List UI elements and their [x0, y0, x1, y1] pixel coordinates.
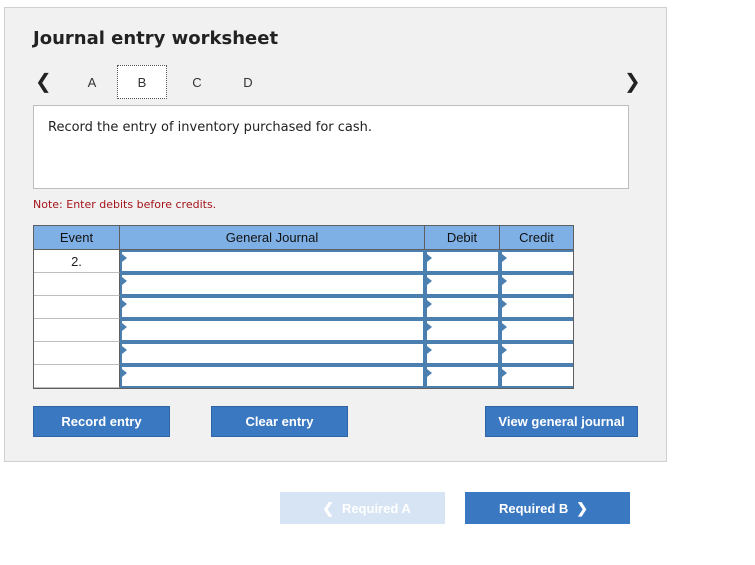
table-row: [34, 342, 573, 365]
account-input[interactable]: [120, 296, 425, 319]
chevron-left-icon: ❮: [322, 499, 334, 516]
account-input[interactable]: [120, 319, 425, 342]
required-b-label: Required B: [498, 500, 569, 516]
credit-input[interactable]: [500, 273, 573, 296]
event-cell: [34, 319, 120, 342]
tab-d[interactable]: D: [223, 65, 273, 99]
event-cell: [34, 296, 120, 319]
debit-input[interactable]: [425, 296, 500, 319]
note-text: Note: Enter debits before credits.: [33, 198, 217, 211]
chevron-right-icon: ❯: [576, 499, 589, 516]
prompt-box: Record the entry of inventory purchased …: [33, 105, 629, 189]
table-row: 2.: [34, 250, 573, 273]
debit-input[interactable]: [425, 365, 500, 388]
journal-worksheet-panel: Journal entry worksheet ❮ A B C D ❯ Reco…: [4, 7, 667, 462]
journal-table: Event General Journal Debit Credit 2.: [33, 225, 574, 389]
record-entry-button[interactable]: Record entry: [33, 406, 170, 437]
required-a-button: ❮ Required A: [280, 492, 445, 524]
credit-input[interactable]: [500, 250, 573, 273]
debit-input[interactable]: [425, 319, 500, 342]
tab-a[interactable]: A: [67, 65, 117, 99]
prompt-text: Record the entry of inventory purchased …: [48, 120, 373, 135]
credit-input[interactable]: [500, 296, 573, 319]
chevron-left-icon[interactable]: ❮: [35, 71, 52, 91]
credit-input[interactable]: [500, 319, 573, 342]
tab-c[interactable]: C: [172, 65, 222, 99]
account-input[interactable]: [120, 273, 425, 296]
account-input[interactable]: [120, 342, 425, 365]
event-cell: [34, 342, 120, 365]
header-general-journal: General Journal: [120, 226, 425, 249]
event-cell: 2.: [34, 250, 120, 273]
header-credit: Credit: [519, 230, 554, 245]
credit-input[interactable]: [500, 365, 573, 388]
debit-input[interactable]: [425, 250, 500, 273]
table-row: [34, 273, 573, 296]
tab-b[interactable]: B: [117, 65, 167, 99]
credit-input[interactable]: [500, 342, 573, 365]
view-general-journal-button[interactable]: View general journal: [485, 406, 638, 437]
required-a-label: Required A: [341, 500, 411, 516]
table-row: [34, 365, 573, 388]
account-input[interactable]: [120, 250, 425, 273]
clear-entry-button[interactable]: Clear entry: [211, 406, 348, 437]
required-b-button[interactable]: Required B ❯: [465, 492, 630, 524]
account-input[interactable]: [120, 365, 425, 388]
header-event: Event: [34, 226, 120, 249]
page-title: Journal entry worksheet: [33, 28, 279, 49]
debit-input[interactable]: [425, 273, 500, 296]
event-cell: [34, 365, 120, 388]
chevron-right-icon[interactable]: ❯: [624, 71, 641, 91]
header-debit: Debit: [425, 226, 500, 249]
table-row: [34, 296, 573, 319]
debit-input[interactable]: [425, 342, 500, 365]
table-row: [34, 319, 573, 342]
event-cell: [34, 273, 120, 296]
table-header: Event General Journal Debit Credit: [34, 226, 573, 250]
